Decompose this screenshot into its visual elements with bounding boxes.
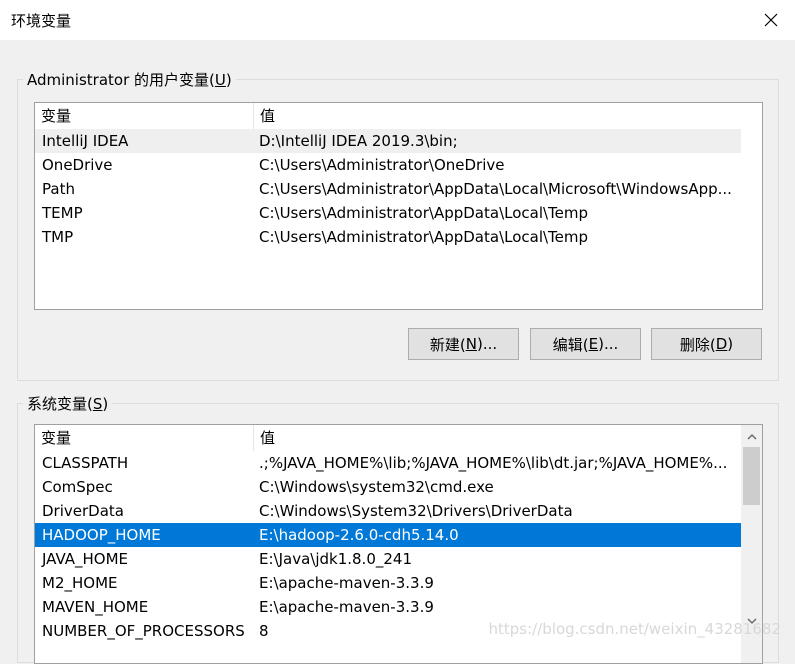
variable-value: E:\apache-maven-3.3.9 bbox=[259, 574, 434, 592]
header-variable[interactable]: 变量 bbox=[35, 103, 253, 129]
variable-name: TEMP bbox=[42, 204, 83, 222]
header-value[interactable]: 值 bbox=[253, 103, 743, 129]
system-variable-row[interactable]: MAVEN_HOME E:\apache-maven-3.3.9 bbox=[35, 595, 741, 619]
variable-value: E:\Java\jdk1.8.0_241 bbox=[259, 550, 412, 568]
variable-value: E:\apache-maven-3.3.9 bbox=[259, 598, 434, 616]
edit-user-variable-button[interactable]: 编辑(E)... bbox=[530, 328, 641, 360]
system-variable-row[interactable]: CLASSPATH .;%JAVA_HOME%\lib;%JAVA_HOME%\l… bbox=[35, 451, 741, 475]
system-list-header: 变量 值 bbox=[35, 425, 762, 451]
user-variable-row[interactable]: TEMP C:\Users\Administrator\AppData\Local… bbox=[35, 201, 741, 225]
user-variables-list[interactable]: 变量 值 IntelliJ IDEA D:\IntelliJ IDEA 2019.… bbox=[34, 102, 763, 310]
variable-name: CLASSPATH bbox=[42, 454, 129, 472]
variable-name: JAVA_HOME bbox=[42, 550, 129, 568]
user-variable-row[interactable]: TMP C:\Users\Administrator\AppData\Local\… bbox=[35, 225, 741, 249]
scroll-up-button[interactable] bbox=[741, 427, 762, 447]
variable-name: DriverData bbox=[42, 502, 124, 520]
variable-name: OneDrive bbox=[42, 156, 113, 174]
variable-name: TMP bbox=[42, 228, 74, 246]
variable-value: C:\Users\Administrator\AppData\Local\Tem… bbox=[259, 204, 589, 222]
chevron-up-icon bbox=[747, 434, 756, 440]
user-variable-row[interactable]: OneDrive C:\Users\Administrator\OneDrive bbox=[35, 153, 741, 177]
system-variables-label: 系统变量(S) bbox=[23, 393, 113, 414]
variable-name: NUMBER_OF_PROCESSORS bbox=[42, 622, 245, 640]
variable-value: E:\hadoop-2.6.0-cdh5.14.0 bbox=[259, 526, 459, 544]
variable-value: C:\Users\Administrator\AppData\Local\Mic… bbox=[259, 180, 732, 198]
close-icon bbox=[764, 13, 778, 27]
variable-name: IntelliJ IDEA bbox=[42, 132, 129, 150]
system-variable-row[interactable]: DriverData C:\Windows\System32\Drivers\Dr… bbox=[35, 499, 741, 523]
variable-name: Path bbox=[42, 180, 75, 198]
user-variables-label: Administrator 的用户变量(U) bbox=[23, 69, 236, 90]
title-bar: 环境变量 bbox=[0, 0, 795, 40]
variable-value: C:\Windows\System32\Drivers\DriverData bbox=[259, 502, 573, 520]
header-value[interactable]: 值 bbox=[253, 425, 743, 451]
variable-name: ComSpec bbox=[42, 478, 113, 496]
variable-value: D:\IntelliJ IDEA 2019.3\bin; bbox=[259, 132, 458, 150]
system-variable-row[interactable]: M2_HOME E:\apache-maven-3.3.9 bbox=[35, 571, 741, 595]
variable-name: HADOOP_HOME bbox=[42, 526, 161, 544]
variable-name: M2_HOME bbox=[42, 574, 118, 592]
user-variable-row[interactable]: IntelliJ IDEA D:\IntelliJ IDEA 2019.3\bin… bbox=[35, 129, 741, 153]
close-button[interactable] bbox=[747, 0, 795, 40]
watermark: https://blog.csdn.net/weixin_43281682 bbox=[488, 620, 781, 638]
variable-value: .;%JAVA_HOME%\lib;%JAVA_HOME%\lib\dt.jar… bbox=[259, 454, 728, 472]
scroll-thumb[interactable] bbox=[743, 447, 760, 505]
system-variable-row[interactable]: ComSpec C:\Windows\system32\cmd.exe bbox=[35, 475, 741, 499]
system-variable-row[interactable]: HADOOP_HOME E:\hadoop-2.6.0-cdh5.14.0 bbox=[35, 523, 741, 547]
new-user-variable-button[interactable]: 新建(N)... bbox=[408, 328, 519, 360]
user-list-header: 变量 值 bbox=[35, 103, 762, 129]
user-variable-row[interactable]: Path C:\Users\Administrator\AppData\Local… bbox=[35, 177, 741, 201]
variable-value: C:\Users\Administrator\OneDrive bbox=[259, 156, 505, 174]
variable-name: MAVEN_HOME bbox=[42, 598, 149, 616]
header-variable[interactable]: 变量 bbox=[35, 425, 253, 451]
variable-value: C:\Users\Administrator\AppData\Local\Tem… bbox=[259, 228, 589, 246]
variable-value: C:\Windows\system32\cmd.exe bbox=[259, 478, 494, 496]
window-title: 环境变量 bbox=[11, 12, 72, 30]
delete-user-variable-button[interactable]: 删除(D) bbox=[651, 328, 762, 360]
system-variable-row[interactable]: JAVA_HOME E:\Java\jdk1.8.0_241 bbox=[35, 547, 741, 571]
